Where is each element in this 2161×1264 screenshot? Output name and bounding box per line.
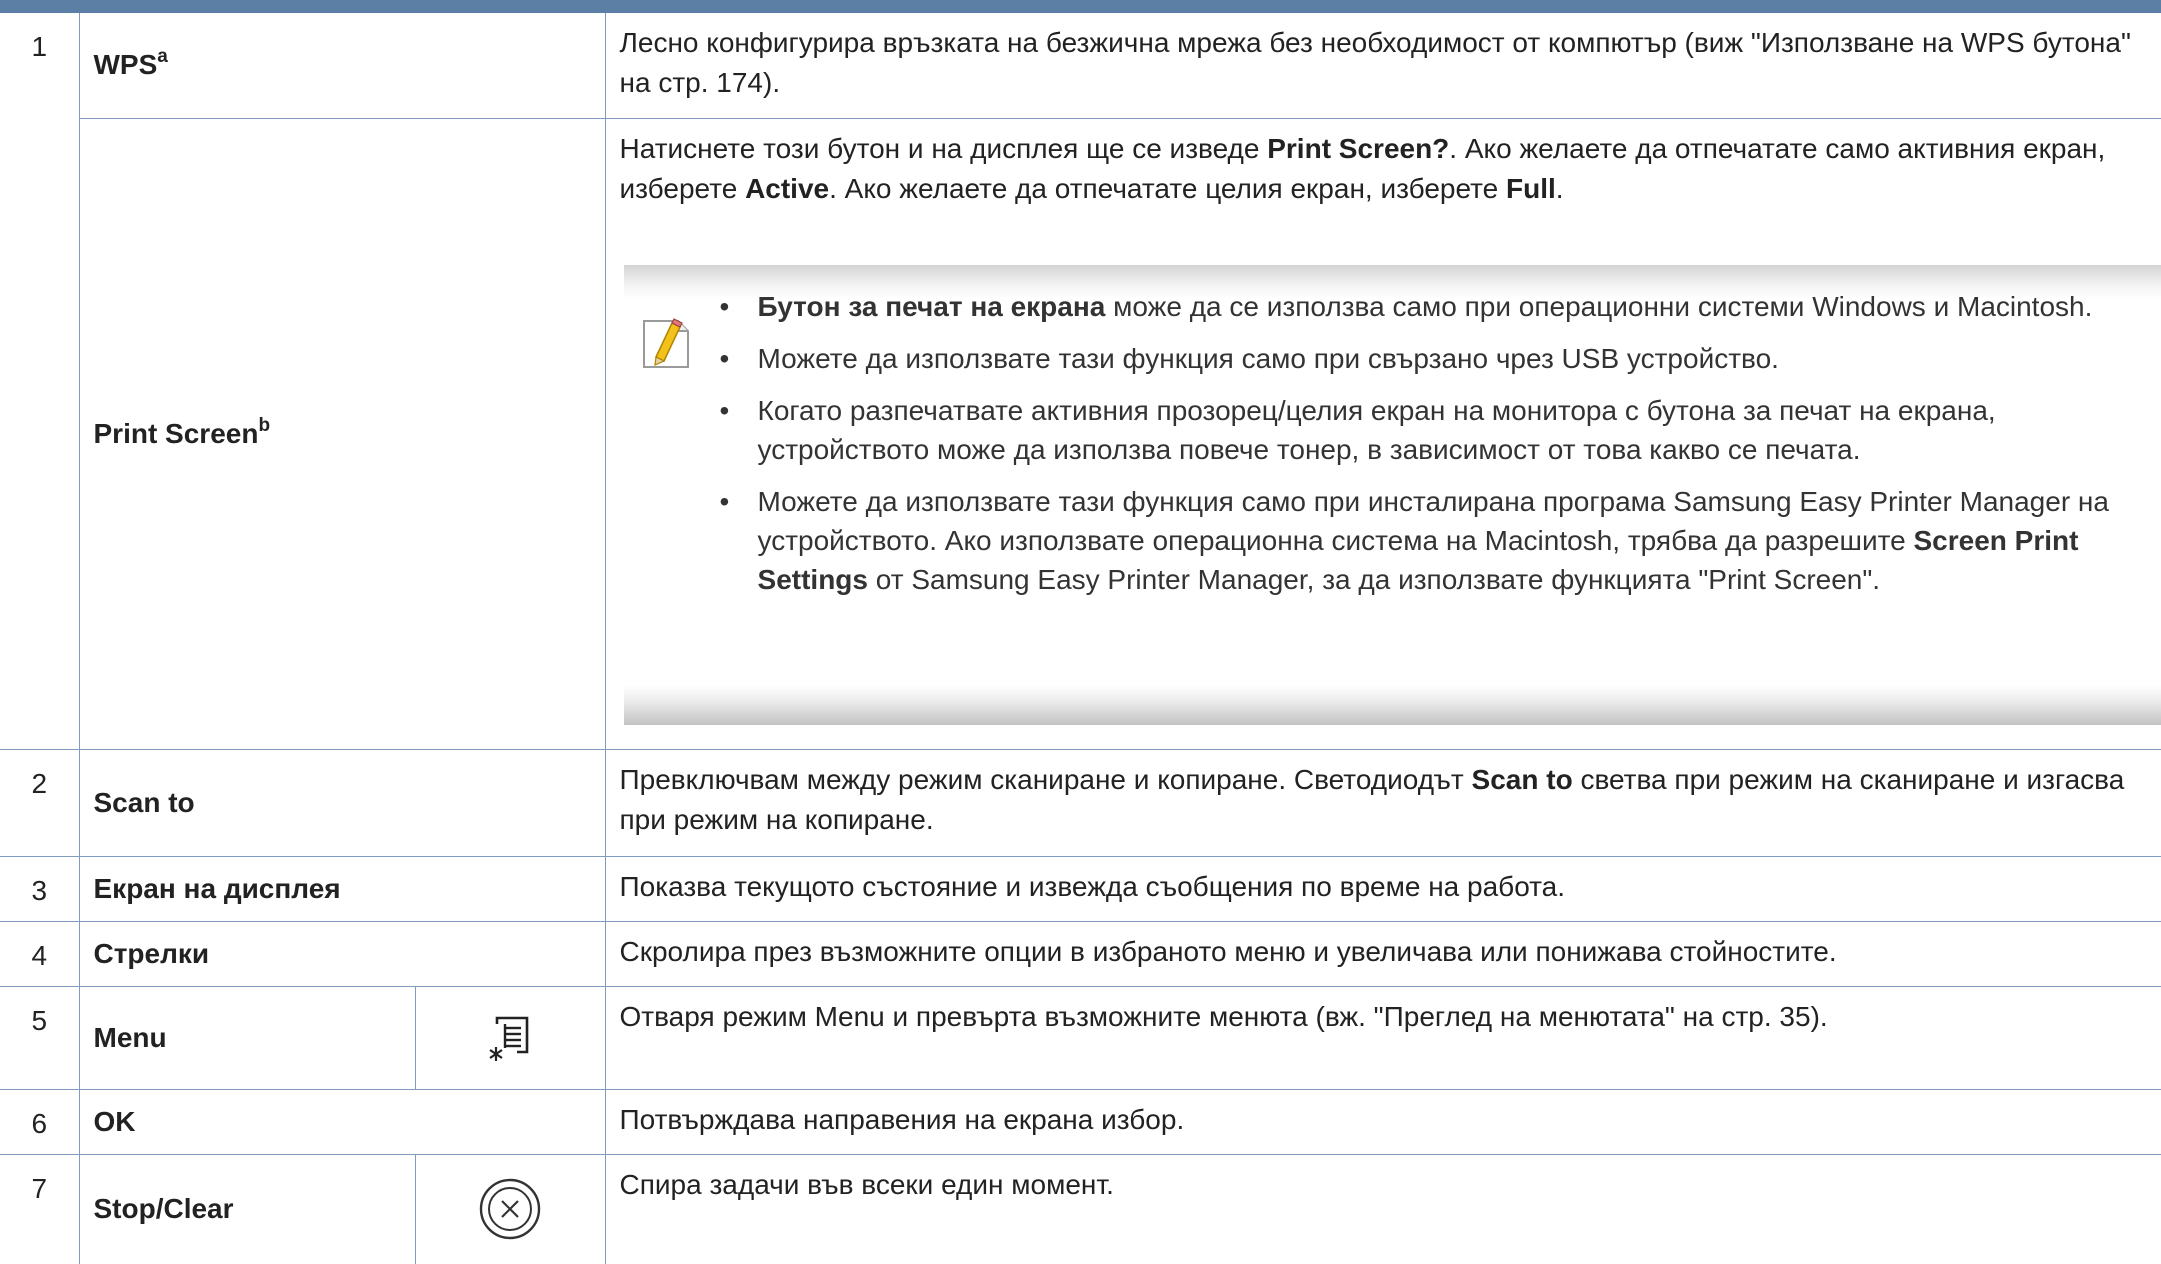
row-number: 5	[0, 986, 80, 1090]
control-desc-print-screen: Натиснете този бутон и на дисплея ще се …	[605, 118, 2161, 750]
print-screen-paragraph: Натиснете този бутон и на дисплея ще се …	[619, 132, 2106, 204]
table-row-ok: 6 OK Потвърждава направения на екрана из…	[0, 1089, 2161, 1155]
control-name-stop-clear: Stop/Clear	[79, 1154, 416, 1264]
note-item: • Можете да използвате тази функция само …	[719, 485, 2109, 595]
table-row-display-screen: 3 Екран на дисплея Показва текущото съст…	[0, 856, 2161, 922]
control-name-print-screen: Print Screenb	[79, 118, 606, 750]
control-desc-stop-clear: Спира задачи във всеки един момент.	[619, 1168, 1114, 1200]
control-name-scan-to: Scan to	[79, 749, 606, 857]
control-desc-ok: Потвърждава направения на екрана избор.	[605, 1089, 2161, 1155]
menu-icon	[489, 1016, 529, 1061]
table-row-arrows: 4 Стрелки Скролира през възможните опции…	[0, 921, 2161, 987]
note-item: • Бутон за печат на екрана може да се изп…	[719, 290, 2093, 322]
control-desc-display-screen: Показва текущото състояние и извежда съо…	[605, 856, 2161, 922]
row-number: 7	[0, 1154, 80, 1264]
footnote-marker: a	[157, 46, 168, 68]
control-name-arrows: Стрелки	[79, 921, 606, 987]
top-rule	[0, 0, 2161, 13]
control-desc-wps: Лесно конфигурира връзката на безжична м…	[605, 13, 2161, 119]
note-item: • Когато разпечатвате активния прозорец/ц…	[719, 394, 1996, 465]
note-box: • Бутон за печат на екрана може да се изп…	[623, 264, 2161, 725]
control-desc-menu: Отваря режим Menu и превърта възможните …	[605, 986, 2161, 1090]
note-list: • Бутон за печат на екрана може да се изп…	[716, 287, 2141, 612]
table-row-scan-to: 2 Scan to Превключвам между режим сканир…	[0, 749, 2161, 857]
row-number: 4	[0, 921, 80, 987]
table-row-print-screen: Print Screenb Натиснете този бутон и на …	[0, 118, 2161, 750]
control-name-menu: Menu	[79, 986, 416, 1090]
control-desc-arrows: Скролира през възможните опции в избрано…	[605, 921, 2161, 987]
control-name-ok: OK	[79, 1089, 606, 1155]
control-icon-cell	[414, 986, 606, 1090]
note-item: • Можете да използвате тази функция само …	[719, 342, 1779, 374]
control-panel-table: 1 WPSa Лесно конфигурира връзката на без…	[0, 13, 2161, 1264]
control-icon-cell	[414, 1154, 606, 1264]
control-desc-scan-to: Превключвам между режим сканиране и копи…	[605, 749, 2161, 857]
row-number: 3	[0, 856, 80, 922]
stop-clear-icon	[479, 1179, 541, 1240]
table-row-menu: 5 Menu Отваря режим Menu и превърта възм…	[0, 986, 2161, 1090]
note-pencil-icon	[642, 317, 689, 368]
row-number: 2	[0, 749, 80, 857]
table-row-stop-clear: 7 Stop/Clear Спира задачи във всеки един…	[0, 1154, 2161, 1264]
row-number: 1	[0, 13, 80, 750]
control-name-wps: WPSa	[79, 13, 606, 119]
table-row-wps: 1 WPSa Лесно конфигурира връзката на без…	[0, 13, 2161, 750]
control-name-display-screen: Екран на дисплея	[79, 856, 606, 922]
footnote-marker: b	[258, 414, 271, 436]
row-number: 6	[0, 1089, 80, 1155]
